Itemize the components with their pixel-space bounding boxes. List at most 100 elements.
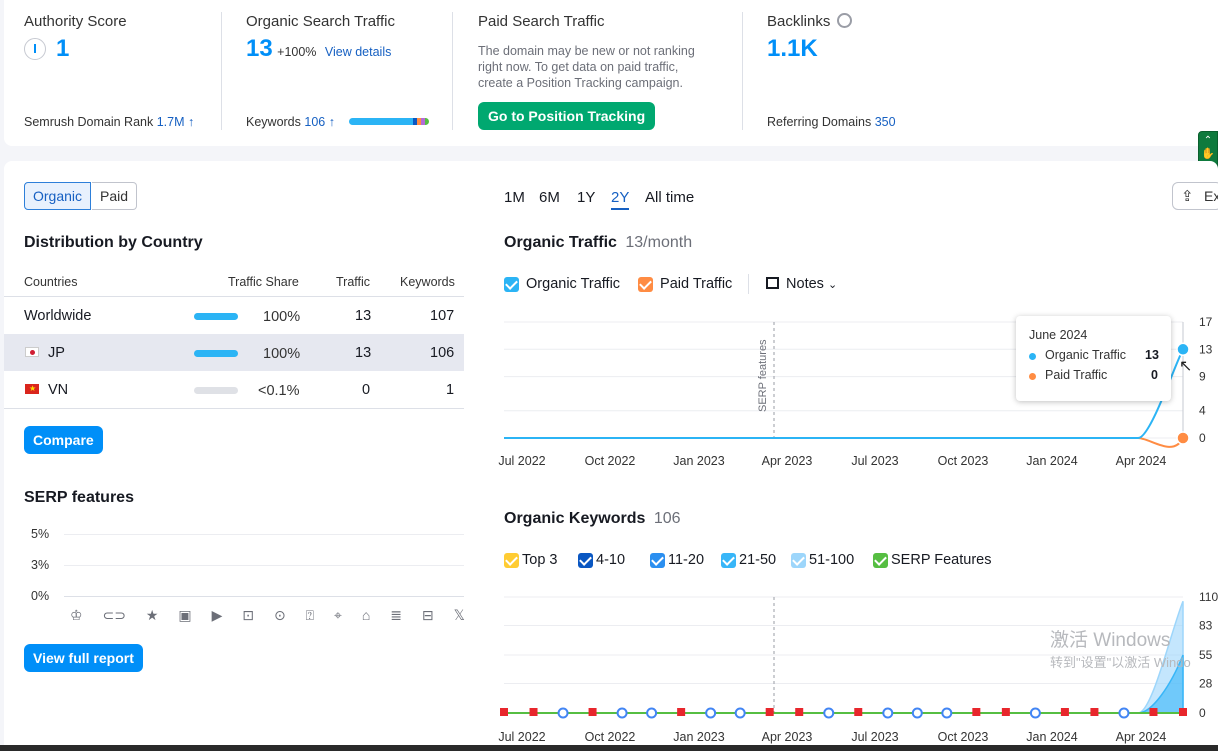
tab-paid[interactable]: Paid <box>92 182 138 210</box>
view-full-report-button[interactable]: View full report <box>24 644 143 672</box>
flag-marker-icon[interactable] <box>500 708 508 716</box>
flag-marker-icon[interactable] <box>529 708 538 716</box>
image-icon[interactable]: ▣ <box>178 607 191 627</box>
legend-item[interactable]: 4-10 <box>578 552 625 568</box>
domain-rank: Semrush Domain Rank 1.7M ↑ <box>24 115 194 129</box>
play-icon[interactable]: ⊙ <box>274 607 286 627</box>
google-update-marker-icon[interactable] <box>705 707 717 719</box>
compare-button[interactable]: Compare <box>24 426 103 454</box>
google-update-marker-icon[interactable] <box>1118 707 1130 719</box>
traffic-value[interactable]: 13 <box>355 345 371 361</box>
period-all-time[interactable]: All time <box>645 189 694 206</box>
news-icon[interactable]: ≣ <box>390 607 402 627</box>
flag-marker-icon[interactable] <box>1060 708 1069 716</box>
legend-label: 4-10 <box>596 552 626 568</box>
briefcase-icon[interactable]: ⊟ <box>422 607 434 627</box>
location-icon[interactable]: ⌖ <box>334 607 342 627</box>
period-1m[interactable]: 1M <box>504 189 525 206</box>
graduation-cap-icon[interactable]: ⌂ <box>362 607 370 627</box>
flag-marker-icon[interactable] <box>765 708 774 716</box>
view-details-link[interactable]: View details <box>325 45 391 59</box>
period-6m[interactable]: 6M <box>539 189 560 206</box>
legend-item[interactable]: 51-100 <box>791 552 854 568</box>
link-icon[interactable]: ⊂⊃ <box>103 607 126 627</box>
authority-label: Authority Score <box>24 13 127 30</box>
xtick-label: Oct 2022 <box>585 454 636 468</box>
google-update-marker-icon[interactable] <box>616 707 628 719</box>
video-carousel-icon[interactable]: ⊡ <box>242 607 254 627</box>
ytick-label: 13 <box>1199 342 1213 356</box>
flag-marker-icon[interactable] <box>1090 708 1099 716</box>
legend-item[interactable]: SERP Features <box>873 552 991 568</box>
keywords-value[interactable]: 1 <box>446 382 454 398</box>
question-icon[interactable]: ⍰ <box>306 607 314 627</box>
x-twitter-icon[interactable]: 𝕏 <box>454 607 465 627</box>
organic-traffic-row: 13 +100% View details <box>246 35 391 63</box>
tab-organic[interactable]: Organic <box>24 182 92 210</box>
flag-marker-icon[interactable] <box>1001 708 1010 716</box>
serp-features-annotation: SERP features <box>757 339 769 412</box>
divider <box>452 12 453 130</box>
legend-organic-traffic[interactable]: Organic Traffic <box>504 276 620 292</box>
tooltip-organic-value: 13 <box>1145 348 1159 362</box>
col-traffic[interactable]: Traffic <box>336 275 370 289</box>
video-icon[interactable]: ▶ <box>212 607 223 627</box>
keywords-value[interactable]: 106 <box>430 345 454 361</box>
flag-marker-icon[interactable] <box>1179 708 1187 716</box>
backlinks-value[interactable]: 1.1K <box>767 35 818 63</box>
xtick-label: Apr 2023 <box>762 730 813 744</box>
google-update-marker-icon[interactable] <box>1029 707 1041 719</box>
flag-marker-icon[interactable] <box>677 708 686 716</box>
flag-marker-icon[interactable] <box>972 708 981 716</box>
google-update-marker-icon[interactable] <box>941 707 953 719</box>
flag-marker-icon[interactable] <box>588 708 597 716</box>
keywords-value[interactable]: 106 <box>304 115 325 129</box>
xtick-label: Jan 2023 <box>673 454 724 468</box>
organic-traffic-value: 13 <box>246 35 273 62</box>
period-2y[interactable]: 2Y <box>611 189 630 210</box>
keywords-yticks: 110 83 55 28 0 <box>1199 590 1218 720</box>
referring-domains-value[interactable]: 350 <box>875 115 896 129</box>
notes-dropdown[interactable]: Notes ⌄ <box>766 276 837 292</box>
legend-label: 11-20 <box>668 552 705 568</box>
checkbox-icon <box>791 552 806 568</box>
legend-label: SERP Features <box>891 552 992 568</box>
xtick-label: Jul 2022 <box>498 730 545 744</box>
legend-item[interactable]: 21-50 <box>721 552 776 568</box>
legend-item[interactable]: 11-20 <box>650 552 704 568</box>
flag-marker-icon[interactable] <box>1149 708 1158 716</box>
col-keywords[interactable]: Keywords <box>400 275 455 289</box>
ytick-label: 17 <box>1199 315 1213 329</box>
ytick-label: 0 <box>1199 431 1206 445</box>
google-update-marker-icon[interactable] <box>911 707 923 719</box>
checkbox-icon <box>504 276 519 292</box>
japan-flag-icon <box>25 347 39 357</box>
legend-item[interactable]: Top 3 <box>504 552 557 568</box>
google-update-marker-icon[interactable] <box>823 707 835 719</box>
summary-panel: Authority Score 1 Semrush Domain Rank 1.… <box>4 0 1218 146</box>
series-point[interactable] <box>1176 431 1190 445</box>
xtick-label: Jul 2023 <box>851 730 898 744</box>
export-button[interactable]: ⇪ Ex <box>1172 182 1218 210</box>
traffic-value[interactable]: 0 <box>362 382 370 398</box>
chart-tooltip: June 2024 Organic Traffic 13 Paid Traffi… <box>1016 316 1171 401</box>
domain-rank-value[interactable]: 1.7M <box>157 115 185 129</box>
col-countries: Countries <box>24 275 78 289</box>
go-to-position-tracking-button[interactable]: Go to Position Tracking <box>478 102 656 130</box>
google-update-marker-icon[interactable] <box>646 707 658 719</box>
google-update-marker-icon[interactable] <box>882 707 894 719</box>
col-traffic-share[interactable]: Traffic Share <box>228 275 299 289</box>
keywords-distribution-bar <box>349 118 429 125</box>
crown-icon[interactable]: ♔ <box>70 607 83 627</box>
star-icon[interactable]: ★ <box>146 607 159 627</box>
watermark-line: 转到"设置"以激活 Windo <box>1050 655 1191 670</box>
globe-icon <box>836 13 852 28</box>
share-bar-fill <box>194 350 238 357</box>
flag-marker-icon[interactable] <box>795 708 804 716</box>
series-point[interactable] <box>1176 342 1190 357</box>
legend-paid-traffic[interactable]: Paid Traffic <box>638 276 732 292</box>
period-1y[interactable]: 1Y <box>577 189 595 206</box>
google-update-marker-icon[interactable] <box>557 707 569 719</box>
google-update-marker-icon[interactable] <box>734 707 746 719</box>
flag-marker-icon[interactable] <box>854 708 863 716</box>
